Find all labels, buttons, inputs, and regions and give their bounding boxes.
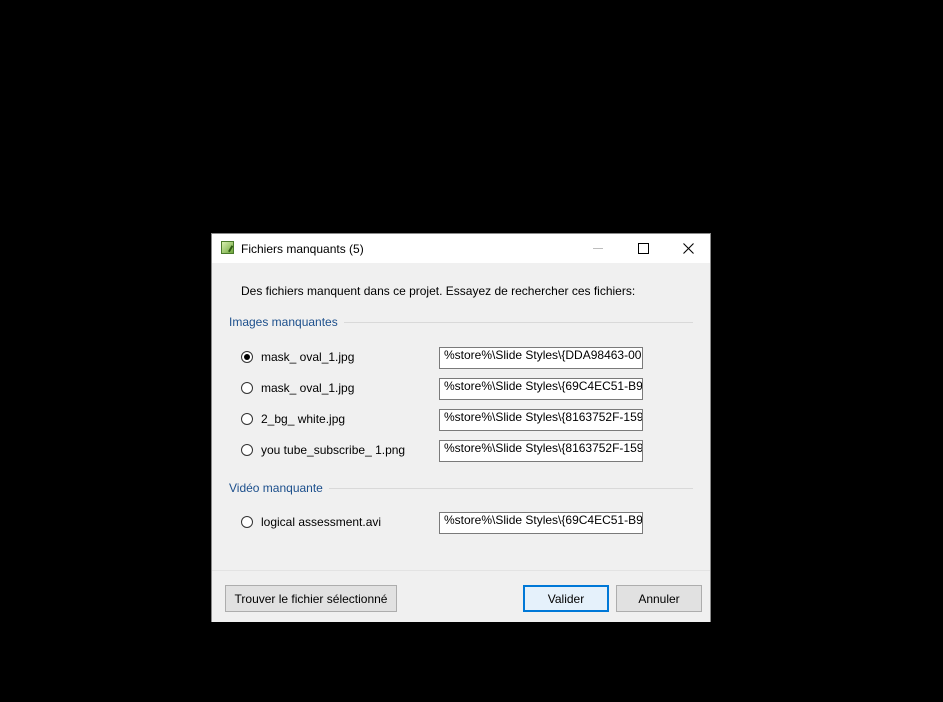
maximize-icon	[637, 243, 649, 254]
file-row-image-2[interactable]: mask_ oval_1.jpg %store%\Slide Styles\{6…	[241, 378, 645, 400]
file-path-field[interactable]: %store%\Slide Styles\{DDA98463-003	[439, 347, 643, 369]
file-radio[interactable]	[241, 444, 253, 456]
cancel-button[interactable]: Annuler	[616, 585, 702, 612]
file-name: mask_ oval_1.jpg	[261, 350, 355, 364]
maximize-button[interactable]	[620, 234, 666, 263]
images-group-label: Images manquantes	[229, 315, 344, 329]
close-button[interactable]	[665, 234, 711, 263]
file-name: logical assessment.avi	[261, 515, 382, 529]
app-icon	[221, 241, 234, 254]
title-bar[interactable]: Fichiers manquants (5)	[212, 234, 710, 263]
file-row-image-1[interactable]: mask_ oval_1.jpg %store%\Slide Styles\{D…	[241, 347, 645, 369]
dialog-footer: Trouver le fichier sélectionné Valider A…	[212, 570, 710, 622]
ok-button[interactable]: Valider	[523, 585, 609, 612]
file-radio[interactable]	[241, 516, 253, 528]
file-name: mask_ oval_1.jpg	[261, 381, 355, 395]
file-radio[interactable]	[241, 351, 253, 363]
file-row-image-4[interactable]: you tube_subscribe_ 1.png %store%\Slide …	[241, 440, 645, 462]
file-name: you tube_subscribe_ 1.png	[261, 443, 406, 457]
file-path-field[interactable]: %store%\Slide Styles\{8163752F-159E	[439, 409, 643, 431]
file-path-field[interactable]: %store%\Slide Styles\{69C4EC51-B99	[439, 378, 643, 400]
video-group-label: Vidéo manquante	[229, 481, 329, 495]
find-selected-file-button[interactable]: Trouver le fichier sélectionné	[225, 585, 397, 612]
missing-files-dialog: Fichiers manquants (5) Des fichiers manq…	[211, 233, 711, 622]
minimize-icon	[593, 248, 603, 249]
file-radio[interactable]	[241, 382, 253, 394]
minimize-button[interactable]	[575, 234, 621, 263]
file-name: 2_bg_ white.jpg	[261, 412, 346, 426]
file-path-field[interactable]: %store%\Slide Styles\{8163752F-159E	[439, 440, 643, 462]
file-row-video-1[interactable]: logical assessment.avi %store%\Slide Sty…	[241, 512, 645, 534]
file-path-field[interactable]: %store%\Slide Styles\{69C4EC51-B99	[439, 512, 643, 534]
file-radio[interactable]	[241, 413, 253, 425]
dialog-body: Des fichiers manquent dans ce projet. Es…	[212, 263, 710, 570]
window-title: Fichiers manquants (5)	[241, 242, 364, 256]
intro-text: Des fichiers manquent dans ce projet. Es…	[241, 284, 636, 298]
close-icon	[682, 243, 694, 254]
file-row-image-3[interactable]: 2_bg_ white.jpg %store%\Slide Styles\{81…	[241, 409, 645, 431]
